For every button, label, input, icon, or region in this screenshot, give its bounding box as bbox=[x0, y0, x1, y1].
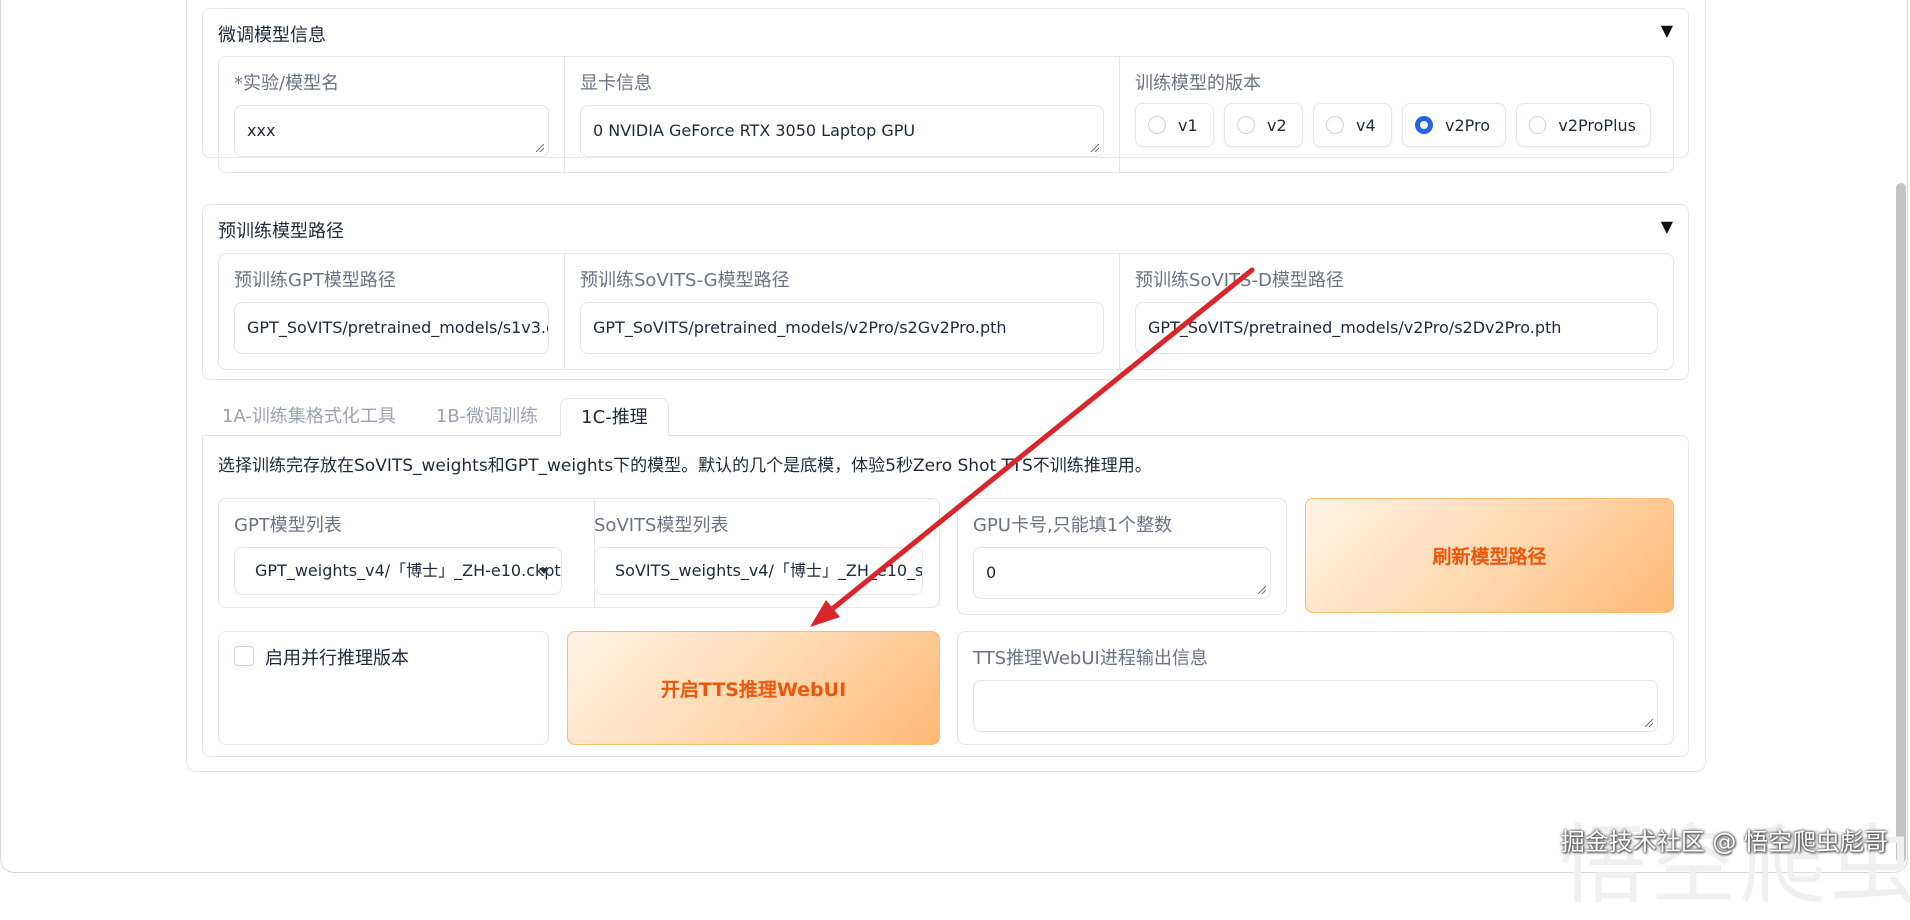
parallel-inference-box: 启用并行推理版本 bbox=[218, 631, 549, 745]
gpt-list-label: GPT模型列表 bbox=[234, 515, 342, 536]
inference-description: 选择训练完存放在SoVITS_weights和GPT_weights下的模型。默… bbox=[218, 456, 1152, 476]
gpu-info-group: 显卡信息 0 NVIDIA GeForce RTX 3050 Laptop GP… bbox=[565, 57, 1120, 172]
radio-icon bbox=[1237, 116, 1255, 134]
pretrained-sovits-g-group: 预训练SoVITS-G模型路径 GPT_SoVITS/pretrained_mo… bbox=[565, 254, 1120, 369]
radio-icon bbox=[1326, 116, 1344, 134]
tab-bar: 1A-训练集格式化工具 1B-微调训练 1C-推理 bbox=[202, 398, 669, 436]
tts-output-label: TTS推理WebUI进程输出信息 bbox=[973, 648, 1208, 669]
tts-output-textarea[interactable] bbox=[973, 680, 1658, 732]
collapse-toggle-icon[interactable]: ▼ bbox=[1661, 217, 1673, 236]
finetune-info-row: *实验/模型名 xxx 显卡信息 0 NVIDIA GeForce RTX 30… bbox=[218, 56, 1674, 173]
pretrained-paths-row: 预训练GPT模型路径 GPT_SoVITS/pretrained_models/… bbox=[218, 253, 1674, 370]
gpu-card-input[interactable]: 0 bbox=[973, 547, 1271, 599]
radio-label: v1 bbox=[1178, 115, 1198, 135]
parallel-inference-label[interactable]: 启用并行推理版本 bbox=[265, 644, 409, 670]
tts-output-box: TTS推理WebUI进程输出信息 bbox=[957, 631, 1674, 745]
radio-label: v2 bbox=[1267, 115, 1287, 135]
watermark-large-text: 悟空爬虫 bbox=[1560, 816, 1910, 916]
sovits-model-dropdown[interactable]: SoVITS_weights_v4/「博士」_ZH_e10_s bbox=[594, 547, 923, 595]
tab-1b-finetune[interactable]: 1B-微调训练 bbox=[416, 398, 558, 436]
vertical-scrollbar-thumb[interactable] bbox=[1896, 183, 1906, 863]
version-radio-v4[interactable]: v4 bbox=[1313, 103, 1392, 147]
pretrained-paths-title[interactable]: 预训练模型路径 bbox=[218, 217, 344, 243]
pretrained-sovits-d-input[interactable]: GPT_SoVITS/pretrained_models/v2Pro/s2Dv2… bbox=[1135, 302, 1658, 354]
pretrained-sovits-g-input[interactable]: GPT_SoVITS/pretrained_models/v2Pro/s2Gv2… bbox=[580, 302, 1104, 354]
gpt-model-value: GPT_weights_v4/「博士」_ZH-e10.ckpt bbox=[255, 561, 561, 580]
finetune-info-title[interactable]: 微调模型信息 bbox=[218, 21, 326, 47]
gpu-card-label: GPU卡号,只能填1个整数 bbox=[973, 515, 1173, 536]
model-list-box: GPT模型列表 GPT_weights_v4/「博士」_ZH-e10.ckpt … bbox=[218, 498, 940, 608]
exp-name-label: *实验/模型名 bbox=[234, 73, 340, 94]
watermark-text: 掘金技术社区 @ 悟空爬虫彪哥 bbox=[1560, 828, 1888, 856]
exp-name-input[interactable]: xxx bbox=[234, 105, 549, 157]
radio-icon bbox=[1148, 116, 1166, 134]
radio-icon bbox=[1529, 116, 1547, 134]
version-radio-v2[interactable]: v2 bbox=[1224, 103, 1303, 147]
pretrained-gpt-label: 预训练GPT模型路径 bbox=[234, 270, 396, 291]
pretrained-sovits-d-group: 预训练SoVITS-D模型路径 GPT_SoVITS/pretrained_mo… bbox=[1120, 254, 1673, 369]
pretrained-sovits-d-label: 预训练SoVITS-D模型路径 bbox=[1135, 270, 1344, 291]
version-group: 训练模型的版本 v1 v2 v4 v2Pro v2ProPlus bbox=[1120, 57, 1673, 172]
sovits-list-label: SoVITS模型列表 bbox=[594, 515, 729, 536]
version-radio-v1[interactable]: v1 bbox=[1135, 103, 1214, 147]
refresh-model-paths-button[interactable]: 刷新模型路径 bbox=[1305, 498, 1674, 613]
version-radio-v2pro[interactable]: v2Pro bbox=[1402, 103, 1506, 147]
radio-label: v2ProPlus bbox=[1558, 115, 1636, 135]
gpu-info-label: 显卡信息 bbox=[580, 73, 652, 94]
exp-name-group: *实验/模型名 xxx bbox=[219, 57, 565, 172]
radio-label: v4 bbox=[1356, 115, 1376, 135]
inference-tab-panel: 选择训练完存放在SoVITS_weights和GPT_weights下的模型。默… bbox=[202, 435, 1689, 757]
radio-label: v2Pro bbox=[1445, 115, 1491, 135]
pretrained-gpt-input[interactable]: GPT_SoVITS/pretrained_models/s1v3.c bbox=[234, 302, 549, 354]
collapse-toggle-icon[interactable]: ▼ bbox=[1661, 21, 1673, 40]
pretrained-paths-accordion: 预训练模型路径 ▼ 预训练GPT模型路径 GPT_SoVITS/pretrain… bbox=[202, 204, 1689, 380]
radio-checked-icon bbox=[1415, 116, 1433, 134]
version-radio-group: v1 v2 v4 v2Pro v2ProPlus bbox=[1135, 103, 1651, 147]
parallel-inference-checkbox[interactable] bbox=[234, 646, 254, 666]
sovits-model-value: SoVITS_weights_v4/「博士」_ZH_e10_s bbox=[615, 561, 923, 580]
chevron-down-icon bbox=[539, 568, 549, 574]
gpu-card-box: GPU卡号,只能填1个整数 0 bbox=[957, 498, 1287, 615]
pretrained-gpt-group: 预训练GPT模型路径 GPT_SoVITS/pretrained_models/… bbox=[219, 254, 565, 369]
version-label: 训练模型的版本 bbox=[1135, 73, 1261, 94]
finetune-info-accordion: 微调模型信息 ▼ *实验/模型名 xxx 显卡信息 0 NVIDIA GeFor… bbox=[202, 8, 1689, 173]
tab-1a-dataset-tools[interactable]: 1A-训练集格式化工具 bbox=[202, 398, 416, 436]
gpt-model-dropdown[interactable]: GPT_weights_v4/「博士」_ZH-e10.ckpt bbox=[234, 547, 562, 595]
tab-1c-inference[interactable]: 1C-推理 bbox=[560, 398, 669, 436]
gpu-info-input[interactable]: 0 NVIDIA GeForce RTX 3050 Laptop GPU bbox=[580, 105, 1104, 157]
pretrained-sovits-g-label: 预训练SoVITS-G模型路径 bbox=[580, 270, 790, 291]
open-tts-webui-button[interactable]: 开启TTS推理WebUI bbox=[567, 631, 940, 745]
version-radio-v2proplus[interactable]: v2ProPlus bbox=[1516, 103, 1651, 147]
